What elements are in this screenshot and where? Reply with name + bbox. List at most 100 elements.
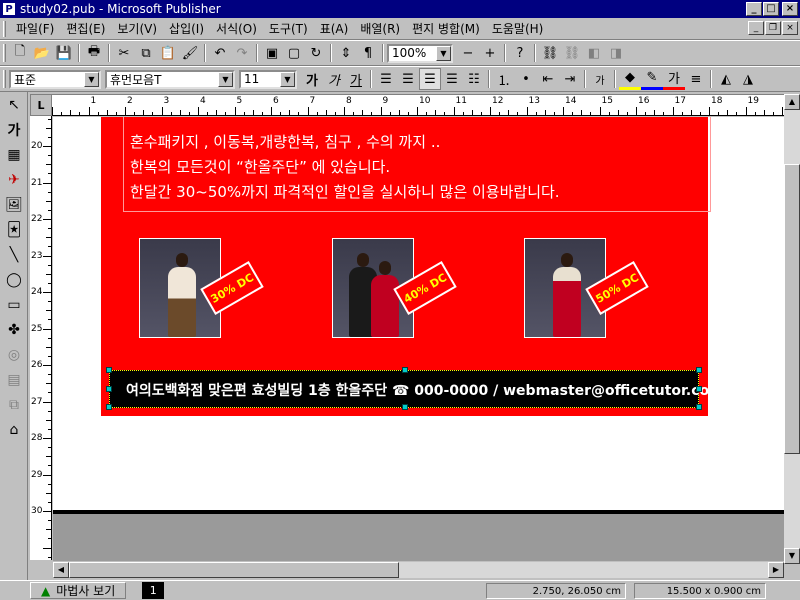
flip-vertical-icon[interactable]: ◮ bbox=[737, 68, 759, 90]
maximize-button[interactable]: □ bbox=[763, 2, 779, 16]
flip-horizontal-icon[interactable]: ◭ bbox=[715, 68, 737, 90]
cut-icon[interactable]: ✂ bbox=[113, 42, 135, 64]
scroll-right-icon[interactable]: ▶ bbox=[768, 562, 784, 578]
zoom-select[interactable]: 100% ▼ bbox=[387, 43, 453, 63]
italic-button[interactable]: 가 bbox=[323, 68, 345, 90]
menu-help[interactable]: 도움말(H) bbox=[486, 20, 550, 37]
footer-text-frame[interactable]: 여의도백화점 맞은편 효성빌딩 1층 한올주단 ☎ 000-0000 / web… bbox=[106, 367, 724, 410]
show-wizard-button[interactable]: ▲ 마법사 보기 bbox=[30, 582, 127, 599]
vertical-ruler[interactable]: 20 21 22 23 24 25 26 27 28 29 30 bbox=[30, 116, 52, 560]
resize-handle[interactable] bbox=[106, 386, 112, 392]
ruler-origin[interactable]: L bbox=[30, 94, 52, 116]
zoom-out-icon[interactable]: − bbox=[457, 42, 479, 64]
menu-arrange[interactable]: 배열(R) bbox=[354, 20, 406, 37]
align-right-icon[interactable]: ☰ bbox=[419, 68, 441, 90]
undo-icon[interactable]: ↶ bbox=[209, 42, 231, 64]
resize-handle[interactable] bbox=[106, 367, 112, 373]
copy-icon[interactable]: ⧉ bbox=[135, 42, 157, 64]
oval-tool-icon[interactable]: ◯ bbox=[2, 268, 26, 292]
font-size-select[interactable]: 11 ▼ bbox=[239, 69, 297, 89]
custom-shapes-icon[interactable]: ✤ bbox=[2, 318, 26, 342]
fill-color-icon[interactable]: ◆ bbox=[619, 68, 641, 90]
text-frame-tool[interactable]: 가 bbox=[2, 118, 26, 142]
resize-handle[interactable] bbox=[402, 404, 408, 410]
line-style-icon[interactable]: ≡ bbox=[685, 68, 707, 90]
scroll-up-icon[interactable]: ▲ bbox=[784, 94, 800, 110]
doc-close-button[interactable]: × bbox=[782, 21, 798, 35]
menu-format[interactable]: 서식(O) bbox=[210, 20, 263, 37]
wordart-icon[interactable]: ✈ bbox=[2, 168, 26, 192]
paste-icon[interactable]: 📋 bbox=[157, 42, 179, 64]
horizontal-scroll-thumb[interactable] bbox=[69, 562, 399, 578]
minimize-button[interactable]: _ bbox=[746, 2, 762, 16]
print-icon[interactable]: 🖶 bbox=[83, 42, 105, 64]
previous-frame-icon[interactable]: ◧ bbox=[583, 42, 605, 64]
chevron-down-icon[interactable]: ▼ bbox=[84, 71, 99, 87]
unlink-frames-icon[interactable]: ⛓ bbox=[561, 42, 583, 64]
bold-button[interactable]: 가 bbox=[301, 68, 323, 90]
scroll-down-icon[interactable]: ▼ bbox=[784, 548, 800, 564]
vertical-scrollbar[interactable]: ▲ ▼ bbox=[784, 94, 800, 564]
rectangle-tool-icon[interactable]: ▭ bbox=[2, 293, 26, 317]
vertical-scroll-thumb[interactable] bbox=[784, 164, 800, 454]
line-tool-icon[interactable]: ╲ bbox=[2, 243, 26, 267]
special-characters-icon[interactable]: ⇕ bbox=[335, 42, 357, 64]
toolbar-grip[interactable] bbox=[3, 44, 6, 62]
table-frame-icon[interactable]: ▦ bbox=[2, 143, 26, 167]
decrease-indent-icon[interactable]: ⇤ bbox=[537, 68, 559, 90]
next-frame-icon[interactable]: ◨ bbox=[605, 42, 627, 64]
red-banner[interactable]: 혼수패키지 , 이동복,개량한복, 침구 , 수의 까지 .. 한복의 모든것이… bbox=[101, 117, 724, 416]
save-icon[interactable]: 💾 bbox=[53, 42, 75, 64]
font-color-button[interactable]: 가 bbox=[663, 68, 685, 90]
html-fragment-icon[interactable]: ⧉ bbox=[2, 393, 26, 417]
form-control-icon[interactable]: ▤ bbox=[2, 368, 26, 392]
clip-gallery-icon[interactable]: 🃏 bbox=[2, 218, 26, 242]
horizontal-ruler[interactable]: 1234567891011121314151617181920 bbox=[52, 94, 784, 116]
increase-indent-icon[interactable]: ⇥ bbox=[559, 68, 581, 90]
redo-icon[interactable]: ↷ bbox=[231, 42, 253, 64]
menu-table[interactable]: 표(A) bbox=[314, 20, 355, 37]
chevron-down-icon[interactable]: ▼ bbox=[218, 71, 233, 87]
justify-icon[interactable]: ☰ bbox=[441, 68, 463, 90]
publisher-icon[interactable]: P bbox=[2, 2, 16, 16]
rotate-icon[interactable]: ↻ bbox=[305, 42, 327, 64]
style-select[interactable]: 표준 ▼ bbox=[9, 69, 101, 89]
align-center-icon[interactable]: ☰ bbox=[397, 68, 419, 90]
resize-handle[interactable] bbox=[402, 367, 408, 373]
resize-handle[interactable] bbox=[696, 404, 702, 410]
underline-button[interactable]: 가 bbox=[345, 68, 367, 90]
bring-to-front-icon[interactable]: ▣ bbox=[261, 42, 283, 64]
show-formatting-icon[interactable]: ¶ bbox=[357, 42, 379, 64]
document-workspace[interactable]: 혼수패키지 , 이동복,개량한복, 침구 , 수의 까지 .. 한복의 모든것이… bbox=[53, 117, 784, 561]
link-frames-icon[interactable]: ⛓ bbox=[539, 42, 561, 64]
numbering-icon[interactable]: ⒈ bbox=[493, 68, 515, 90]
hot-spot-icon[interactable]: ◎ bbox=[2, 343, 26, 367]
menu-tools[interactable]: 도구(T) bbox=[263, 20, 314, 37]
resize-handle[interactable] bbox=[696, 386, 702, 392]
menu-grip[interactable] bbox=[3, 20, 6, 37]
horizontal-scrollbar[interactable]: ◀ ▶ bbox=[53, 562, 784, 578]
menu-mail-merge[interactable]: 편지 병합(M) bbox=[406, 20, 486, 37]
close-button[interactable]: × bbox=[782, 2, 798, 16]
picture-frame-icon[interactable]: 🖼 bbox=[2, 193, 26, 217]
design-gallery-icon[interactable]: ⌂ bbox=[2, 418, 26, 442]
bullets-icon[interactable]: • bbox=[515, 68, 537, 90]
new-document-icon[interactable]: 🗋 bbox=[9, 42, 31, 64]
scroll-left-icon[interactable]: ◀ bbox=[53, 562, 69, 578]
open-folder-icon[interactable]: 📂 bbox=[31, 42, 53, 64]
help-icon[interactable]: ? bbox=[509, 42, 531, 64]
chevron-down-icon[interactable]: ▼ bbox=[280, 71, 295, 87]
menu-view[interactable]: 보기(V) bbox=[111, 20, 163, 37]
superscript-button[interactable]: 가 bbox=[589, 68, 611, 90]
toolbar-grip[interactable] bbox=[3, 70, 6, 88]
doc-restore-button[interactable]: ❐ bbox=[765, 21, 781, 35]
page-navigator[interactable]: 1 bbox=[142, 582, 165, 599]
menu-file[interactable]: 파일(F) bbox=[10, 20, 60, 37]
resize-handle[interactable] bbox=[106, 404, 112, 410]
menu-edit[interactable]: 편집(E) bbox=[60, 20, 111, 37]
resize-handle[interactable] bbox=[696, 367, 702, 373]
pointer-icon[interactable]: ↖ bbox=[2, 93, 26, 117]
send-to-back-icon[interactable]: ▢ bbox=[283, 42, 305, 64]
scratch-area[interactable] bbox=[53, 514, 784, 561]
format-painter-icon[interactable]: 🖌 bbox=[179, 42, 201, 64]
